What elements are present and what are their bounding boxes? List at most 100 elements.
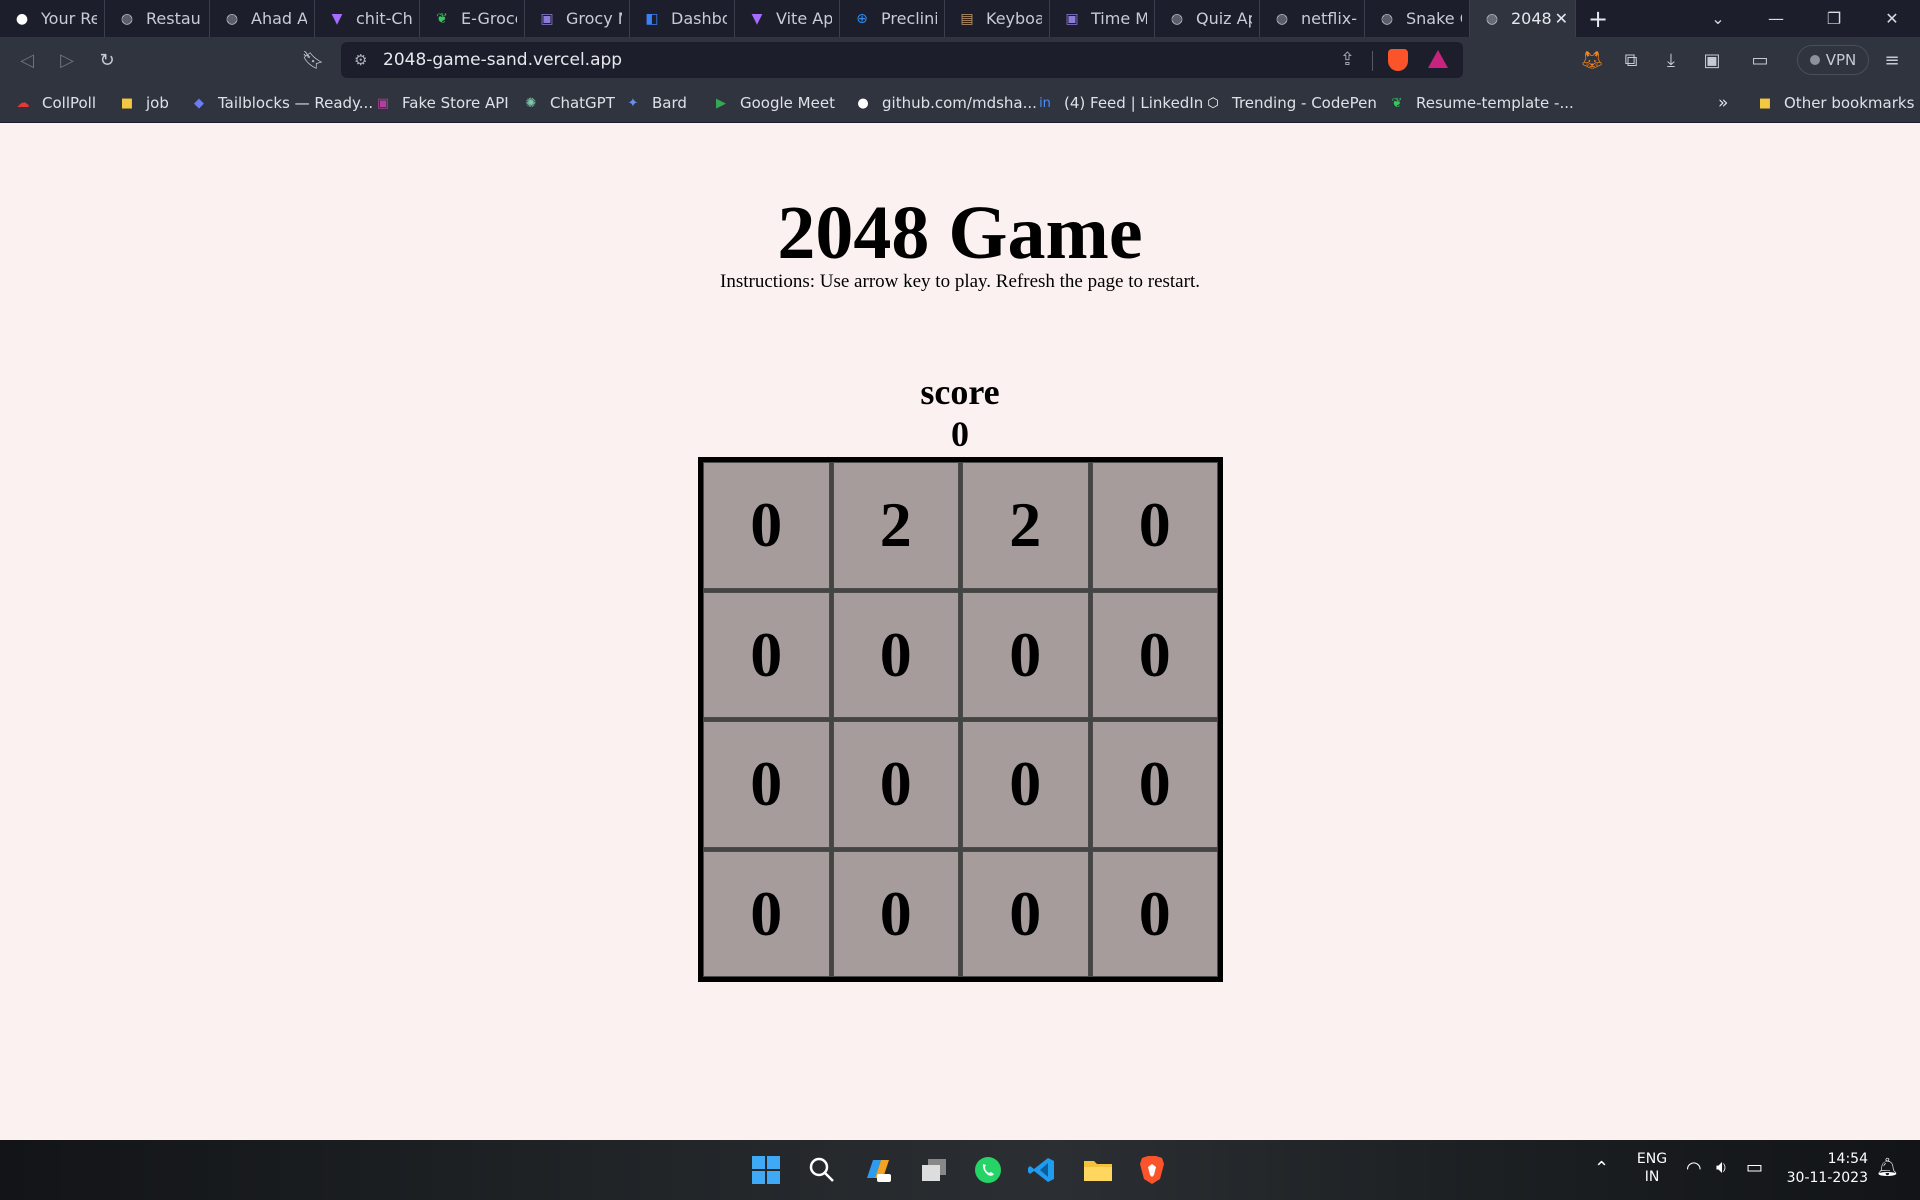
tailblocks-icon: ◆: [194, 95, 204, 111]
brave-rewards-icon[interactable]: [1428, 50, 1448, 68]
extensions-icon[interactable]: ⧉: [1619, 48, 1643, 72]
minimize-button[interactable]: —: [1748, 0, 1804, 37]
region-code: IN: [1644, 1169, 1660, 1185]
score-label: score: [920, 372, 1000, 412]
wifi-icon[interactable]: ◠: [1686, 1158, 1702, 1179]
tab-12[interactable]: ◍ netflix-d: [1260, 0, 1365, 37]
bookmark-label: github.com/mdsha...: [882, 94, 1037, 112]
language-code: ENG: [1636, 1151, 1668, 1167]
tab-label: Dashboa: [671, 9, 727, 28]
copilot-icon[interactable]: [860, 1152, 896, 1188]
tab-8[interactable]: ⊕ Preclinic: [840, 0, 945, 37]
vscode-icon[interactable]: [1024, 1152, 1060, 1188]
downloads-icon[interactable]: ⤓: [1659, 48, 1683, 72]
tab-2[interactable]: ◍ Ahad Ap: [210, 0, 315, 37]
game-board[interactable]: 0220000000000000: [698, 457, 1223, 982]
tab-label: Time Ma: [1091, 9, 1147, 28]
game-page: 2048 Game Instructions: Use arrow key to…: [0, 123, 1920, 1140]
tab-label: Ahad Ap: [251, 9, 307, 28]
search-icon[interactable]: [804, 1152, 840, 1188]
tile-r3-c3: 0: [1091, 850, 1218, 977]
folder-icon: ■: [120, 95, 134, 111]
tab-6[interactable]: ◧ Dashboa: [630, 0, 735, 37]
plus-circle-icon: ⊕: [856, 10, 868, 27]
more-bookmarks-button[interactable]: »: [1718, 91, 1728, 115]
restore-button[interactable]: ❐: [1806, 0, 1862, 37]
tab-label: E-Grocer: [461, 9, 517, 28]
tab-4[interactable]: ❦ E-Grocer: [420, 0, 525, 37]
vpn-button[interactable]: VPN: [1797, 45, 1869, 75]
tab-9[interactable]: ▤ Keyboar: [945, 0, 1050, 37]
page-title: 2048 Game: [777, 191, 1143, 275]
bookmark-10[interactable]: ❦ Resume-template -...: [1388, 91, 1574, 115]
clock-date: 30-11-2023: [1786, 1170, 1868, 1186]
tile-r0-c1: 2: [832, 462, 959, 589]
tab-13[interactable]: ◍ Snake Ga: [1365, 0, 1470, 37]
bookmark-2[interactable]: ◆ Tailblocks — Ready...: [190, 91, 373, 115]
other-bookmarks-label: Other bookmarks: [1784, 94, 1915, 112]
reload-button[interactable]: ↻: [94, 47, 120, 73]
globe-icon: ◍: [1170, 10, 1184, 27]
bookmark-9[interactable]: ⬡ Trending - CodePen: [1204, 91, 1377, 115]
language-indicator[interactable]: ENG IN: [1634, 1150, 1670, 1186]
bookmark-label: Bard: [652, 94, 687, 112]
other-bookmarks-folder[interactable]: ■ Other bookmarks: [1756, 91, 1915, 115]
close-window-button[interactable]: ✕: [1864, 0, 1920, 37]
tile-r1-c3: 0: [1091, 591, 1218, 718]
tab-5[interactable]: ▣ Grocy M: [525, 0, 630, 37]
tab-1[interactable]: ◍ Restaura: [105, 0, 210, 37]
bookmark-6[interactable]: ▶ Google Meet: [712, 91, 835, 115]
bookmark-4[interactable]: ✺ ChatGPT: [522, 91, 615, 115]
bookmark-7[interactable]: ● github.com/mdsha...: [854, 91, 1037, 115]
wallet-icon[interactable]: ▭: [1748, 48, 1772, 72]
instructions-text: Instructions: Use arrow key to play. Ref…: [720, 271, 1200, 292]
tile-r0-c3: 0: [1091, 462, 1218, 589]
bookmark-0[interactable]: ☁ CollPoll: [14, 91, 97, 115]
bookmark-1[interactable]: ■ job: [118, 91, 169, 115]
tab-label: Your Rep: [41, 9, 97, 28]
bookmark-label: ChatGPT: [550, 94, 615, 112]
site-info-icon[interactable]: ⚙︎: [354, 51, 367, 69]
tab-label: Vite App: [776, 9, 832, 28]
tab-7[interactable]: ▼ Vite App: [735, 0, 840, 37]
tab-14[interactable]: ◍ 2048 ✕: [1470, 0, 1576, 37]
navigation-bar: ◁ ▷ ↻ 🔖︎ ⚙︎ 2048-game-sand.vercel.app ⇪ …: [0, 37, 1920, 83]
back-button[interactable]: ◁: [14, 47, 40, 73]
notification-bell-icon[interactable]: 🔔︎: [1876, 1157, 1899, 1178]
bookmark-icon[interactable]: 🔖︎: [300, 47, 326, 73]
whatsapp-icon[interactable]: [970, 1152, 1006, 1188]
tab-0[interactable]: ● Your Rep: [0, 0, 105, 37]
battery-icon[interactable]: ▭: [1746, 1157, 1763, 1178]
clock[interactable]: 14:54 30-11-2023: [1784, 1150, 1868, 1188]
tab-10[interactable]: ▣ Time Ma: [1050, 0, 1155, 37]
bookmark-label: Trending - CodePen: [1232, 94, 1377, 112]
bookmark-5[interactable]: ✦ Bard: [624, 91, 687, 115]
address-bar[interactable]: ⚙︎ 2048-game-sand.vercel.app ⇪: [341, 42, 1463, 78]
new-tab-button[interactable]: +: [1576, 0, 1620, 37]
github-icon: ●: [15, 10, 29, 27]
menu-icon[interactable]: ≡: [1880, 48, 1904, 72]
tab-search-chevron-icon[interactable]: ⌄: [1690, 0, 1746, 37]
show-hidden-icons-chevron-icon[interactable]: ⌃: [1594, 1158, 1609, 1179]
forward-button[interactable]: ▷: [54, 47, 80, 73]
share-icon[interactable]: ⇪: [1340, 49, 1355, 70]
app-icon: ▣: [540, 10, 554, 27]
brave-browser-icon[interactable]: [1134, 1152, 1170, 1188]
url-text: 2048-game-sand.vercel.app: [383, 50, 623, 70]
volume-icon[interactable]: 🔉︎: [1716, 1157, 1727, 1178]
metamask-icon[interactable]: 🦊︎: [1580, 48, 1604, 72]
brave-shields-icon[interactable]: [1388, 49, 1408, 71]
tile-r0-c2: 2: [962, 462, 1089, 589]
bookmark-3[interactable]: ▣ Fake Store API: [374, 91, 509, 115]
tab-11[interactable]: ◍ Quiz App: [1155, 0, 1260, 37]
sidebar-icon[interactable]: ▣: [1700, 48, 1724, 72]
app-icon: ▣: [1065, 10, 1079, 27]
tab-3[interactable]: ▼ chit-Chat: [315, 0, 420, 37]
close-tab-icon[interactable]: ✕: [1555, 9, 1568, 28]
bookmark-8[interactable]: in (4) Feed | LinkedIn: [1036, 91, 1203, 115]
windows-taskbar: ⌃ ENG IN ◠ 🔉︎ ▭ 14:54 30-11-2023 🔔︎: [0, 1140, 1920, 1200]
windows-start-icon[interactable]: [748, 1152, 784, 1188]
task-view-icon[interactable]: [916, 1152, 952, 1188]
tile-r3-c2: 0: [962, 850, 1089, 977]
file-explorer-icon[interactable]: [1080, 1152, 1116, 1188]
